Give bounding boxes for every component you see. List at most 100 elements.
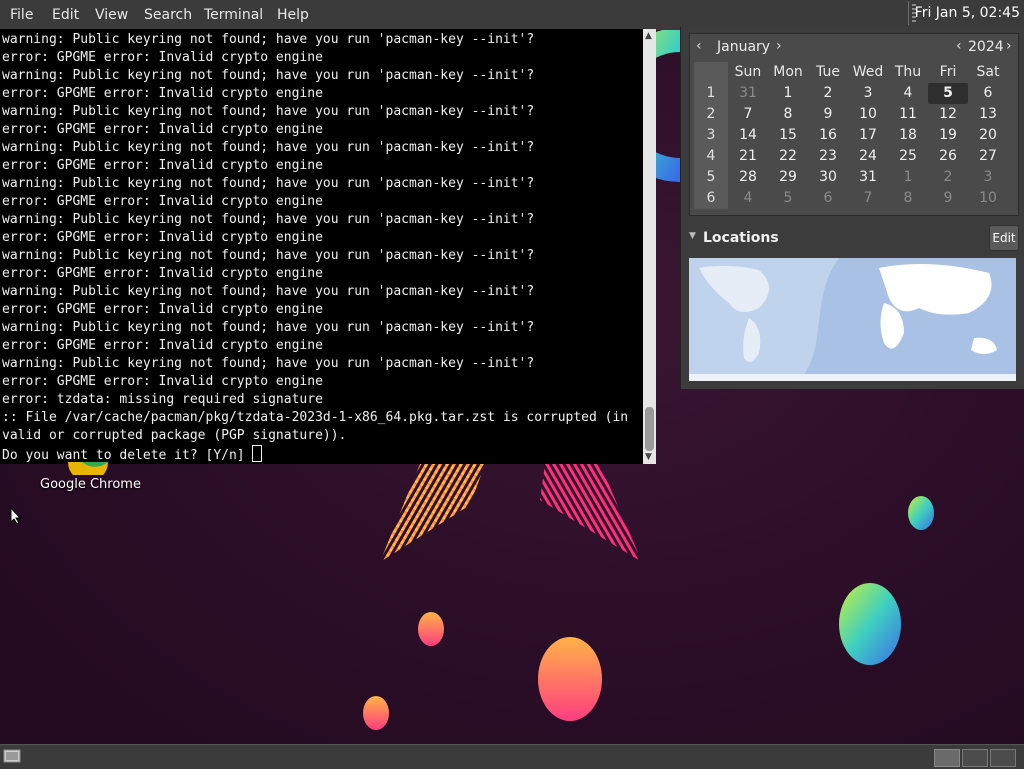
menu-terminal[interactable]: Terminal bbox=[204, 7, 263, 23]
chrome-icon[interactable] bbox=[68, 461, 108, 475]
calendar-day[interactable]: 12 bbox=[928, 104, 968, 125]
calendar-popup: ‹ January › ‹ 2024 › Sun Mon Tue Wed Thu Fri S… bbox=[680, 27, 1024, 389]
calendar-day[interactable]: 17 bbox=[848, 125, 888, 146]
calendar-day[interactable]: 4 bbox=[888, 83, 928, 104]
menu-edit[interactable]: Edit bbox=[52, 7, 79, 23]
chevron-left-icon[interactable]: ‹ bbox=[956, 38, 962, 54]
terminal-prompt-text: Do you want to delete it? [Y/n] bbox=[2, 448, 253, 463]
calendar-day[interactable]: 2 bbox=[928, 167, 968, 188]
calendar-day[interactable]: 29 bbox=[768, 167, 808, 188]
terminal-line: error: GPGME error: Invalid crypto engin… bbox=[2, 158, 323, 173]
scroll-up-arrow-icon[interactable]: ▲ bbox=[645, 31, 652, 41]
calendar-week-row: 3 14 15 16 17 18 19 20 bbox=[694, 125, 1008, 146]
calendar-day[interactable]: 31 bbox=[848, 167, 888, 188]
terminal-line: warning: Public keyring not found; have … bbox=[2, 104, 535, 119]
calendar-week-row: 1 31 1 2 3 4 5 6 bbox=[694, 83, 1008, 104]
weekday-header: Thu bbox=[894, 64, 922, 80]
menu-search[interactable]: Search bbox=[144, 7, 192, 23]
calendar-day[interactable]: 26 bbox=[928, 146, 968, 167]
calendar-day[interactable]: 25 bbox=[888, 146, 928, 167]
calendar-day[interactable]: 27 bbox=[968, 146, 1008, 167]
week-number: 5 bbox=[694, 167, 728, 188]
calendar-day[interactable]: 7 bbox=[728, 104, 768, 125]
calendar-day[interactable]: 5 bbox=[928, 83, 968, 104]
calendar-day[interactable]: 8 bbox=[888, 188, 928, 209]
show-desktop-icon[interactable] bbox=[3, 748, 21, 764]
terminal-line: error: GPGME error: Invalid crypto engin… bbox=[2, 374, 323, 389]
calendar-day[interactable]: 21 bbox=[728, 146, 768, 167]
calendar-week-row: 2 7 8 9 10 11 12 13 bbox=[694, 104, 1008, 125]
calendar-day[interactable]: 1 bbox=[888, 167, 928, 188]
calendar-day[interactable]: 23 bbox=[808, 146, 848, 167]
calendar-day[interactable]: 20 bbox=[968, 125, 1008, 146]
workspace-1[interactable] bbox=[934, 749, 960, 767]
chrome-desktop-label[interactable]: Google Chrome bbox=[40, 477, 141, 492]
menu-help[interactable]: Help bbox=[277, 7, 309, 23]
workspace-3[interactable] bbox=[990, 749, 1016, 767]
calendar-week-row: 4 21 22 23 24 25 26 27 bbox=[694, 146, 1008, 167]
terminal-output[interactable]: warning: Public keyring not found; have … bbox=[2, 31, 642, 465]
calendar-day[interactable]: 22 bbox=[768, 146, 808, 167]
calendar-day[interactable]: 19 bbox=[928, 125, 968, 146]
calendar-week-row: 5 28 29 30 31 1 2 3 bbox=[694, 167, 1008, 188]
calendar-day[interactable]: 13 bbox=[968, 104, 1008, 125]
terminal-line: error: GPGME error: Invalid crypto engin… bbox=[2, 86, 323, 101]
calendar-day[interactable]: 30 bbox=[808, 167, 848, 188]
terminal-window[interactable]: warning: Public keyring not found; have … bbox=[0, 29, 656, 464]
calendar-day[interactable]: 10 bbox=[848, 104, 888, 125]
menu-view[interactable]: View bbox=[95, 7, 128, 23]
terminal-line: warning: Public keyring not found; have … bbox=[2, 176, 535, 191]
calendar-day[interactable]: 11 bbox=[888, 104, 928, 125]
scrollbar-thumb[interactable] bbox=[645, 407, 654, 451]
calendar-day[interactable]: 10 bbox=[968, 188, 1008, 209]
calendar-day[interactable]: 9 bbox=[808, 104, 848, 125]
week-number: 2 bbox=[694, 104, 728, 125]
calendar-day[interactable]: 15 bbox=[768, 125, 808, 146]
calendar-day[interactable]: 9 bbox=[928, 188, 968, 209]
terminal-line: valid or corrupted package (PGP signatur… bbox=[2, 428, 347, 443]
scroll-down-arrow-icon[interactable]: ▼ bbox=[645, 452, 652, 462]
calendar-day[interactable]: 18 bbox=[888, 125, 928, 146]
mouse-pointer-icon bbox=[10, 506, 22, 529]
calendar-day[interactable]: 14 bbox=[728, 125, 768, 146]
world-map-image bbox=[689, 258, 1016, 381]
weekday-header: Sat bbox=[976, 64, 1000, 80]
calendar-day[interactable]: 28 bbox=[728, 167, 768, 188]
calendar-day[interactable]: 1 bbox=[768, 83, 808, 104]
week-number: 3 bbox=[694, 125, 728, 146]
calendar-day[interactable]: 6 bbox=[808, 188, 848, 209]
clock-applet[interactable]: Fri Jan 5, 02:45 bbox=[907, 1, 1024, 25]
terminal-line: error: GPGME error: Invalid crypto engin… bbox=[2, 230, 323, 245]
chevron-left-icon[interactable]: ‹ bbox=[696, 38, 702, 54]
terminal-line: warning: Public keyring not found; have … bbox=[2, 284, 535, 299]
week-number: 1 bbox=[694, 83, 728, 104]
calendar-day[interactable]: 7 bbox=[848, 188, 888, 209]
terminal-line: warning: Public keyring not found; have … bbox=[2, 32, 535, 47]
weekday-header: Wed bbox=[852, 64, 884, 80]
calendar-day[interactable]: 4 bbox=[728, 188, 768, 209]
terminal-line: error: GPGME error: Invalid crypto engin… bbox=[2, 302, 323, 317]
calendar-day[interactable]: 16 bbox=[808, 125, 848, 146]
menu-file[interactable]: File bbox=[10, 7, 33, 23]
calendar-day[interactable]: 5 bbox=[768, 188, 808, 209]
calendar-day[interactable]: 3 bbox=[968, 167, 1008, 188]
terminal-line: error: tzdata: missing required signatur… bbox=[2, 392, 323, 407]
chevron-right-icon[interactable]: › bbox=[776, 38, 782, 54]
locations-title: Locations bbox=[703, 230, 779, 246]
calendar-day[interactable]: 8 bbox=[768, 104, 808, 125]
bottom-panel bbox=[0, 744, 1024, 769]
workspace-2[interactable] bbox=[962, 749, 988, 767]
terminal-line: warning: Public keyring not found; have … bbox=[2, 356, 535, 371]
triangle-down-icon[interactable]: ▼ bbox=[689, 231, 696, 241]
edit-locations-button[interactable]: Edit bbox=[989, 225, 1019, 251]
calendar-day[interactable]: 3 bbox=[848, 83, 888, 104]
terminal-scrollbar[interactable]: ▲ ▼ bbox=[643, 29, 656, 464]
calendar-day[interactable]: 6 bbox=[968, 83, 1008, 104]
calendar-day[interactable]: 2 bbox=[808, 83, 848, 104]
calendar-day[interactable]: 24 bbox=[848, 146, 888, 167]
weekday-header: Mon bbox=[773, 64, 803, 80]
locations-header[interactable]: ▼ Locations bbox=[689, 229, 1019, 249]
chevron-right-icon[interactable]: › bbox=[1006, 38, 1012, 54]
year-label: 2024 bbox=[968, 39, 1004, 55]
calendar-day[interactable]: 31 bbox=[728, 83, 768, 104]
